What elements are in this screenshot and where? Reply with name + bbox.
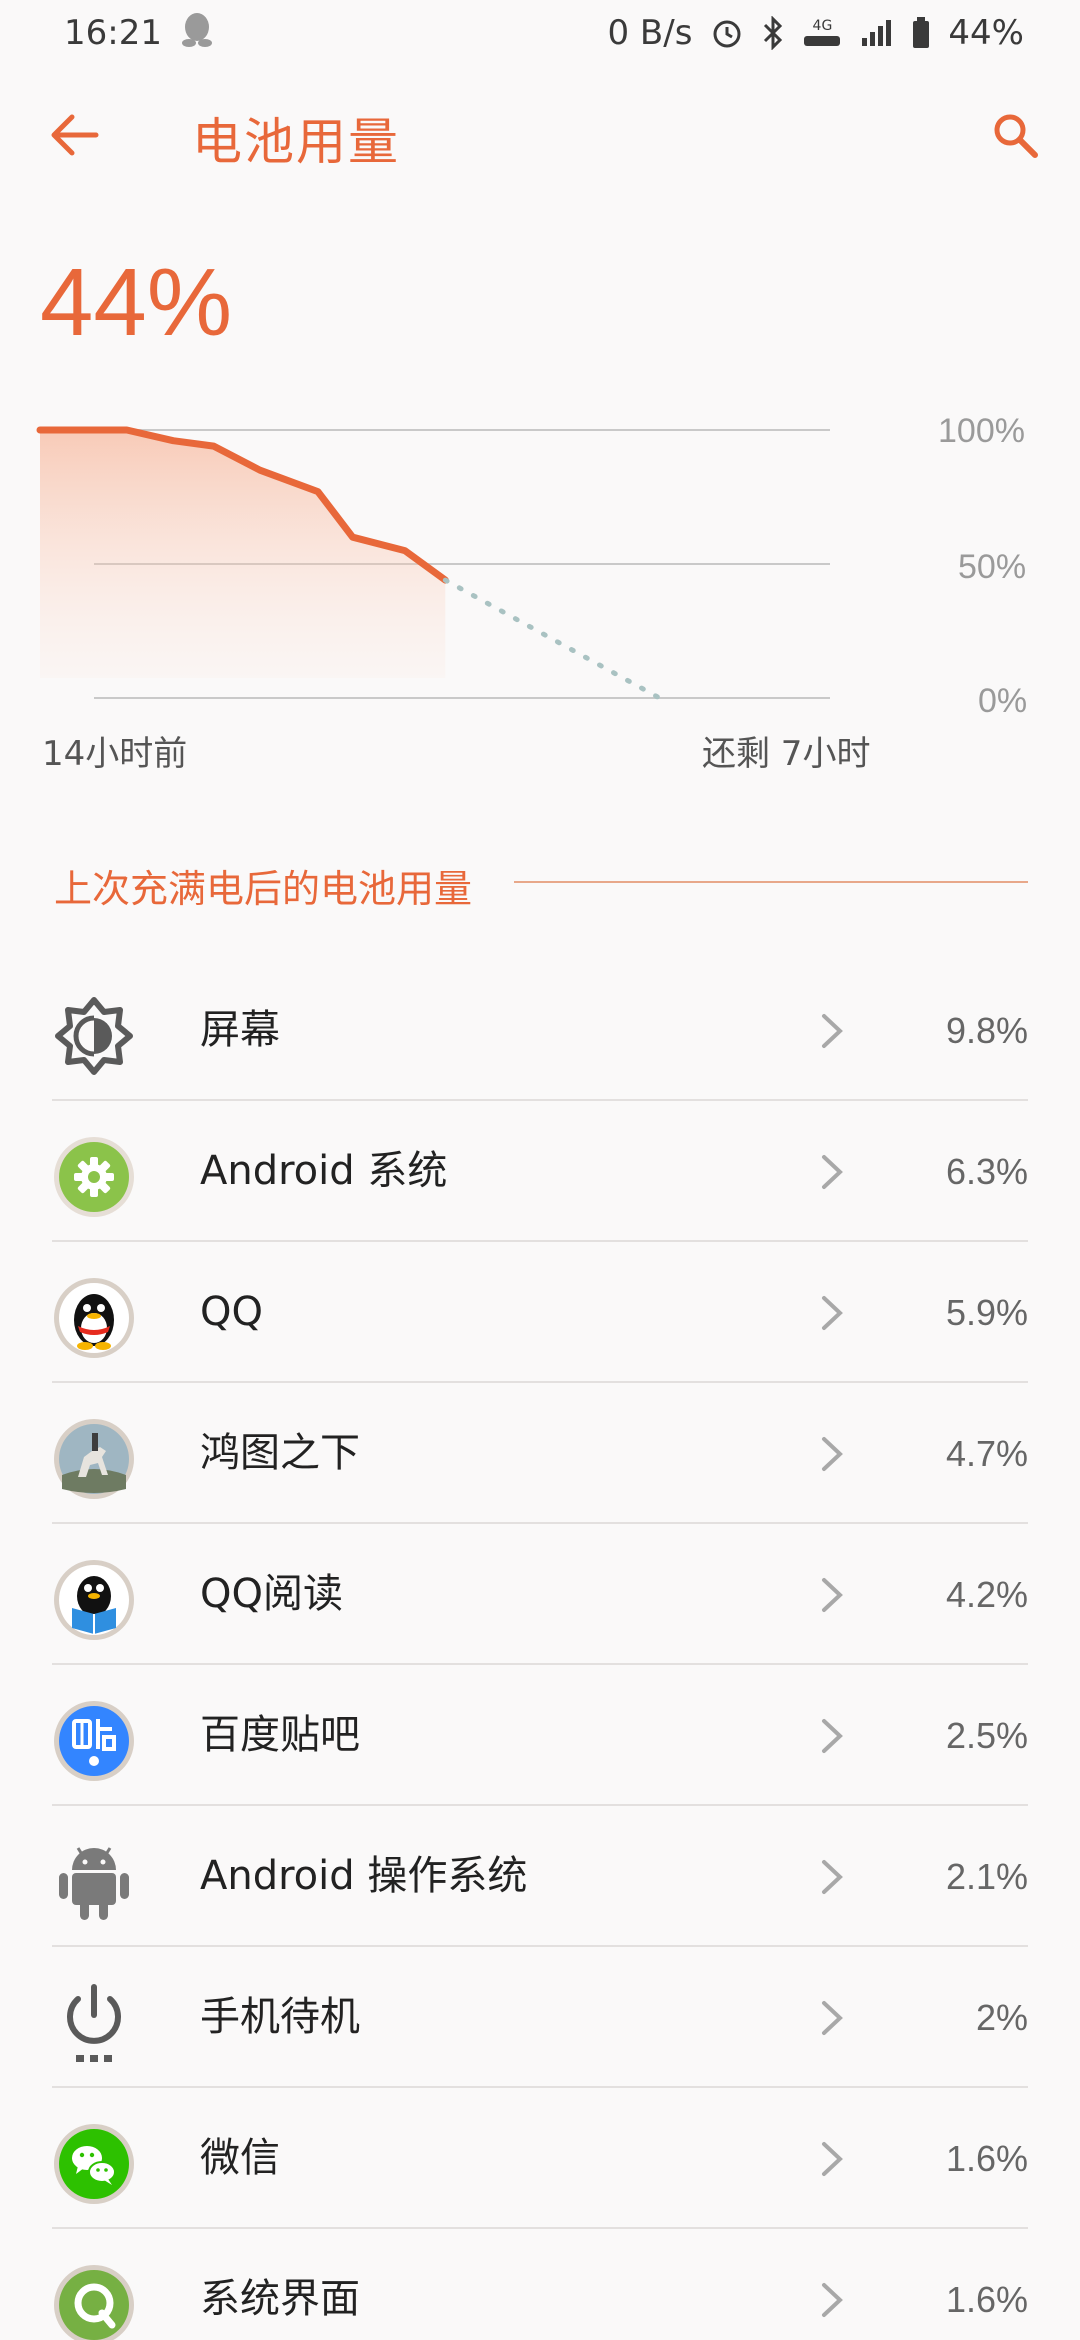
usage-label: QQ阅读 [200, 1571, 343, 1617]
usage-value: 1.6% [945, 2279, 1028, 2320]
usage-value: 4.2% [945, 1574, 1028, 1615]
section-title: 上次充满电后的电池用量 [54, 867, 473, 911]
usage-value: 5.9% [945, 1292, 1028, 1333]
chevron-right-icon [822, 2001, 843, 2035]
usage-label: 微信 [200, 2135, 280, 2181]
battery-icon [912, 17, 930, 49]
status-right: 0 B/s 4G 44% [607, 13, 1024, 53]
battery-chart: 100% 50% 0% 14小时前 还剩 7小时 [0, 400, 1080, 780]
usage-value: 6.3% [945, 1151, 1028, 1192]
usage-row-baidu-tieba[interactable]: 百度贴吧 2.5% [0, 1665, 1080, 1806]
android-robot-icon [52, 1840, 136, 1924]
usage-label: 鸿图之下 [200, 1430, 360, 1476]
chevron-right-icon [822, 1578, 843, 1612]
chart-start-label: 14小时前 [42, 734, 188, 774]
y-label-50: 50% [958, 548, 1027, 586]
usage-label: QQ [200, 1289, 263, 1335]
android-system-gear-icon [52, 1135, 136, 1219]
usage-row-game[interactable]: 鸿图之下 4.7% [0, 1383, 1080, 1524]
usage-value: 2.5% [945, 1715, 1028, 1756]
qq-penguin-icon [52, 1276, 136, 1360]
back-arrow-icon [51, 114, 99, 156]
y-label-100: 100% [938, 412, 1025, 450]
search-button[interactable] [980, 100, 1050, 170]
usage-label: 百度贴吧 [200, 1712, 360, 1758]
battery-chart-svg [36, 426, 830, 701]
back-button[interactable] [40, 100, 110, 170]
signal-icon [860, 18, 894, 48]
chart-end-label: 还剩 7小时 [702, 734, 871, 774]
battery-percent: 44% [948, 13, 1024, 53]
usage-row-android-system[interactable]: Android 系统 6.3% [0, 1101, 1080, 1242]
usage-value: 4.7% [945, 1433, 1028, 1474]
usage-label: 屏幕 [200, 1007, 280, 1053]
power-standby-icon [52, 1981, 136, 2065]
system-ui-icon [52, 2263, 136, 2340]
alarm-icon [710, 16, 744, 50]
network-speed: 0 B/s [607, 13, 693, 53]
baidu-tieba-icon [52, 1699, 136, 1783]
chevron-right-icon [822, 1014, 843, 1048]
usage-row-screen[interactable]: 屏幕 9.8% [0, 960, 1080, 1101]
battery-level: 44% [40, 249, 233, 356]
qq-notification-icon [180, 9, 214, 58]
page-title: 电池用量 [192, 113, 400, 171]
qq-reader-icon [52, 1558, 136, 1642]
status-bar: 16:21 0 B/s 4G 44% [0, 0, 1080, 66]
usage-value: 9.8% [945, 1010, 1028, 1051]
usage-value: 2% [975, 1997, 1028, 2038]
usage-row-android-os[interactable]: Android 操作系统 2.1% [0, 1806, 1080, 1947]
app-header: 电池用量 [0, 90, 1080, 186]
chevron-right-icon [822, 1860, 843, 1894]
usage-value: 1.6% [945, 2138, 1028, 2179]
status-left: 16:21 [64, 9, 214, 58]
bluetooth-icon [762, 16, 784, 50]
chevron-right-icon [822, 2142, 843, 2176]
usage-row-system-ui[interactable]: 系统界面 1.6% [0, 2229, 1080, 2340]
battery-projection-line [442, 577, 662, 701]
y-label-0: 0% [978, 682, 1028, 720]
chevron-right-icon [822, 1296, 843, 1330]
usage-value: 2.1% [945, 1856, 1028, 1897]
usage-label: Android 系统 [200, 1148, 448, 1194]
wechat-icon [52, 2122, 136, 2206]
section-divider [514, 881, 1028, 883]
usage-row-qq-reader[interactable]: QQ阅读 4.2% [0, 1524, 1080, 1665]
usage-row-qq[interactable]: QQ 5.9% [0, 1242, 1080, 1383]
chevron-right-icon [822, 1155, 843, 1189]
usage-row-standby[interactable]: 手机待机 2% [0, 1947, 1080, 2088]
search-icon [994, 114, 1038, 158]
screen-brightness-icon [52, 994, 136, 1078]
chevron-right-icon [822, 2283, 843, 2317]
usage-label: 系统界面 [200, 2276, 360, 2322]
usage-row-wechat[interactable]: 微信 1.6% [0, 2088, 1080, 2229]
network-type-icon: 4G [802, 18, 842, 48]
usage-label: Android 操作系统 [200, 1853, 528, 1899]
usage-label: 手机待机 [200, 1994, 360, 2040]
chevron-right-icon [822, 1719, 843, 1753]
status-time: 16:21 [64, 13, 162, 53]
usage-list: 屏幕 9.8% Android 系统 6.3% QQ 5.9% 鸿图之下 4.7… [0, 960, 1080, 2340]
game-horse-icon [52, 1417, 136, 1501]
chevron-right-icon [822, 1437, 843, 1471]
battery-area-fill [40, 430, 446, 678]
